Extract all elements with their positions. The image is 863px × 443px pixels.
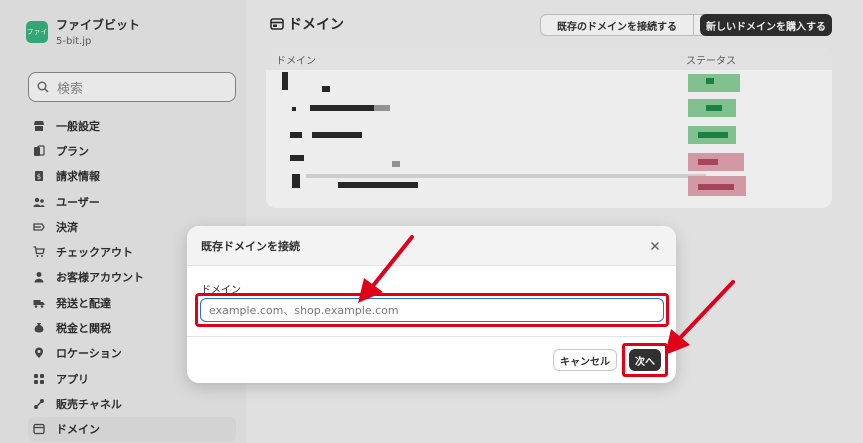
modal-divider <box>187 336 676 337</box>
next-button[interactable]: 次へ <box>629 349 661 371</box>
input-highlight-box <box>195 293 669 327</box>
connect-domain-modal: 既存ドメインを接続 ドメイン キャンセル 次へ <box>187 226 676 383</box>
modal-header: 既存ドメインを接続 <box>187 226 676 266</box>
next-highlight-box: 次へ <box>622 343 668 377</box>
domain-input[interactable] <box>200 298 664 322</box>
modal-title: 既存ドメインを接続 <box>201 240 300 253</box>
close-icon[interactable] <box>648 239 662 253</box>
cancel-button[interactable]: キャンセル <box>553 349 617 371</box>
